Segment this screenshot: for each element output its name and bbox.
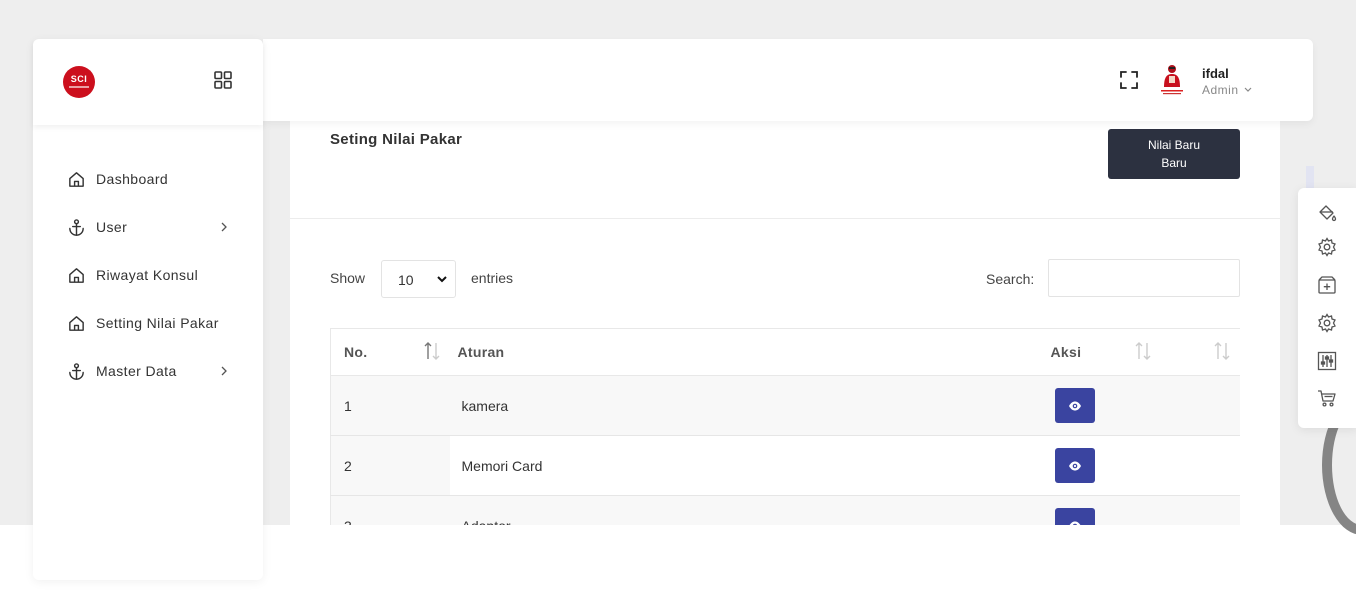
chevron-down-icon[interactable] [1244,87,1252,93]
sidebar-item-user[interactable]: User [33,203,263,251]
eye-icon [1068,521,1081,525]
top-header: ifdal Admin [263,39,1313,121]
grid-menu-icon[interactable] [214,71,232,89]
sidebar-item-dashboard[interactable]: Dashboard [33,155,263,203]
cell-aturan: Adaptor [449,495,1043,525]
column-header-label: No. [344,344,368,360]
table-row: 3 Adaptor [330,495,1240,525]
sidebar-item-label: Dashboard [96,171,169,187]
sidebar-item-riwayat-konsul[interactable]: Riwayat Konsul [33,251,263,299]
eye-icon [1068,401,1081,410]
cart-icon[interactable] [1317,388,1337,408]
page-title: Seting Nilai Pakar [330,131,463,148]
view-button[interactable] [1054,448,1095,483]
sidebar-item-label: Riwayat Konsul [96,267,199,283]
search-label: Search: [986,271,1035,287]
column-header-label: Aksi [1050,344,1082,360]
entries-select-value: 10 [398,272,414,288]
view-button[interactable] [1054,508,1095,525]
cell-aturan: Memori Card [449,435,1043,496]
cell-no: 3 [330,495,450,525]
home-icon [69,171,84,187]
paint-bucket-icon[interactable] [1317,203,1337,223]
entries-label: entries [471,270,514,286]
column-header-no[interactable]: No. [330,328,450,376]
cell-aksi [1042,435,1240,496]
sort-icon [424,342,440,360]
user-name[interactable]: ifdal [1202,66,1229,81]
sliders-icon[interactable] [1317,351,1337,371]
sidebar: SCI Dashboard User Riwayat Konsul Settin… [33,39,263,580]
sidebar-item-master-data[interactable]: Master Data [33,347,263,395]
cell-aksi [1042,495,1240,525]
anchor-icon [69,362,84,380]
tool-rail [1298,188,1356,428]
chevron-right-icon [221,222,227,232]
table-row: 1 kamera [330,375,1240,436]
home-icon [69,267,84,283]
column-header-label: Aturan [457,344,505,360]
brand-bar: SCI [33,39,263,125]
rules-table: No. Aturan Aksi 1 kamera 2 Memori Card [330,328,1240,525]
sidebar-item-setting-nilai-pakar[interactable]: Setting Nilai Pakar [33,299,263,347]
column-header-aksi[interactable]: Aksi [1042,328,1240,376]
cell-aturan: kamera [449,375,1043,436]
table-header-row: No. Aturan Aksi [330,328,1240,376]
sidebar-item-label: Master Data [96,363,177,379]
new-value-button[interactable]: Nilai Baru Baru [1108,129,1240,179]
sort-icon [1214,342,1229,360]
show-label: Show [330,270,366,286]
cell-no: 1 [330,375,450,436]
main-card: Seting Nilai Pakar Nilai Baru Baru Show … [290,121,1280,525]
search-input[interactable] [1048,259,1240,297]
brand-logo[interactable]: SCI [63,66,95,98]
view-button[interactable] [1054,388,1095,423]
chevron-right-icon [221,366,227,376]
chevron-down-icon [437,276,447,283]
logo-text: SCI [70,74,88,84]
entries-select[interactable]: 10 [381,260,456,298]
background-decoration [1306,166,1314,190]
add-package-icon[interactable] [1317,275,1337,295]
sidebar-menu: Dashboard User Riwayat Konsul Setting Ni… [33,155,263,395]
table-row: 2 Memori Card [330,435,1240,496]
user-role[interactable]: Admin [1202,83,1239,97]
divider [290,218,1280,219]
column-header-aturan[interactable]: Aturan [449,328,1150,376]
avatar[interactable] [1158,63,1186,97]
fullscreen-icon[interactable] [1120,71,1138,89]
cell-no: 2 [330,435,450,496]
settings-icon[interactable] [1317,237,1337,257]
settings-icon[interactable] [1317,313,1337,333]
anchor-icon [69,218,84,236]
sidebar-item-label: User [96,219,128,235]
home-icon [69,315,84,331]
eye-icon [1068,461,1081,470]
sidebar-item-label: Setting Nilai Pakar [96,315,219,331]
cell-aksi [1042,375,1240,436]
